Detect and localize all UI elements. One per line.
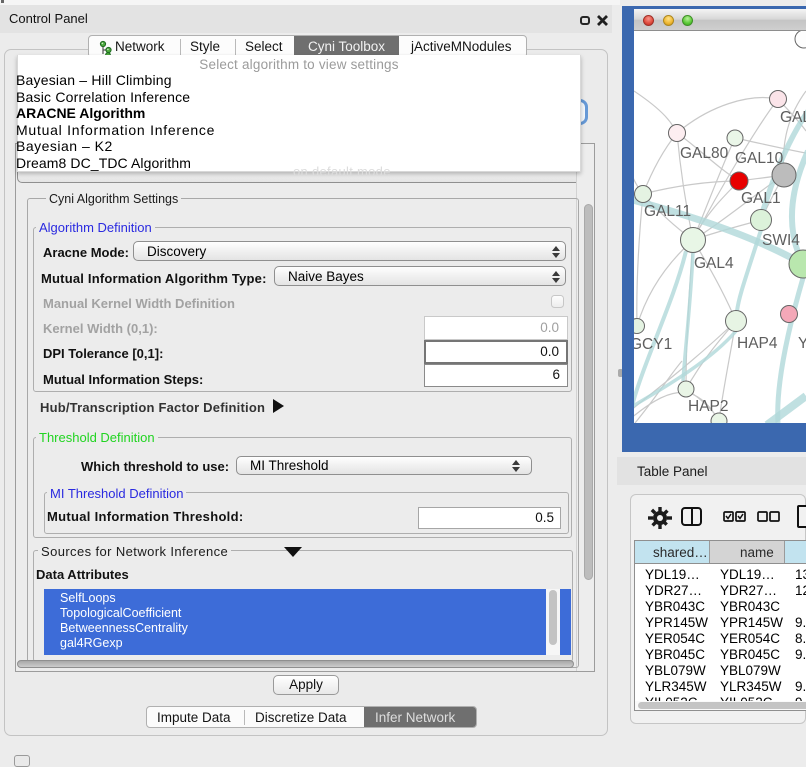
svg-text:GAL80: GAL80 — [680, 145, 729, 162]
svg-text:GAL11: GAL11 — [644, 203, 691, 220]
svg-text:GAL10: GAL10 — [735, 150, 784, 167]
svg-text:GCY1: GCY1 — [634, 336, 672, 353]
svg-text:GAL2: GAL2 — [780, 109, 806, 126]
svg-text:SWI4: SWI4 — [762, 232, 800, 249]
svg-text:HAP4: HAP4 — [737, 335, 778, 352]
svg-text:YJ: YJ — [798, 335, 806, 352]
svg-text:HAP2: HAP2 — [688, 398, 729, 415]
svg-text:GAL4: GAL4 — [694, 255, 734, 272]
svg-text:GAL1: GAL1 — [741, 190, 781, 207]
